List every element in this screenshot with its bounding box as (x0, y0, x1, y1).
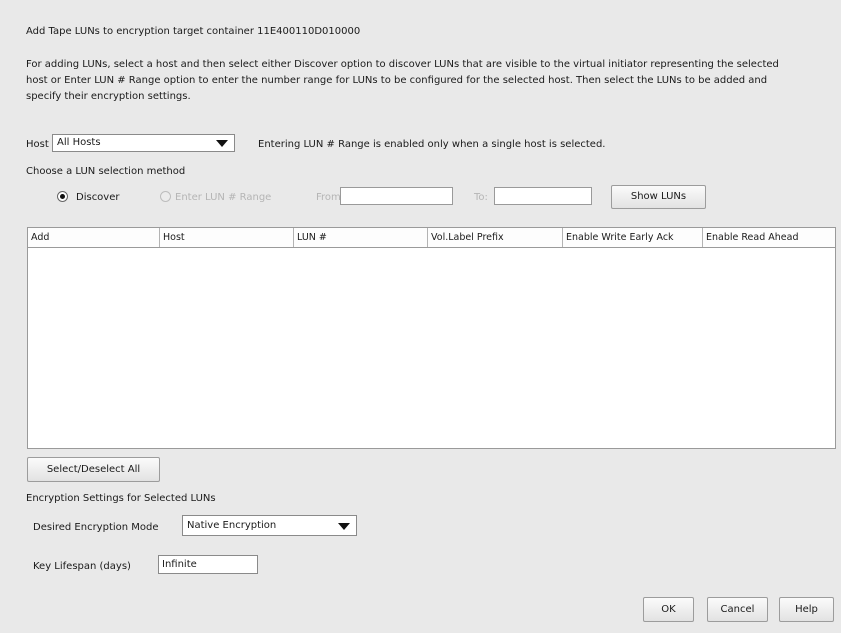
select-deselect-all-button[interactable]: Select/Deselect All (27, 457, 160, 482)
encryption-settings-label: Encryption Settings for Selected LUNs (26, 493, 216, 504)
lun-selection-method-label: Choose a LUN selection method (26, 166, 186, 177)
column-header-read-ahead[interactable]: Enable Read Ahead (703, 228, 835, 247)
host-dropdown[interactable]: All Hosts (52, 134, 235, 152)
host-dropdown-value: All Hosts (57, 137, 101, 148)
host-note: Entering LUN # Range is enabled only whe… (258, 139, 606, 150)
discover-radio-label[interactable]: Discover (76, 192, 120, 203)
cancel-button[interactable]: Cancel (707, 597, 768, 622)
dialog-description: For adding LUNs, select a host and then … (26, 59, 779, 102)
column-header-add[interactable]: Add (28, 228, 160, 247)
to-field[interactable] (494, 187, 592, 205)
chevron-down-icon (338, 523, 350, 530)
encryption-mode-value: Native Encryption (187, 520, 277, 531)
show-luns-button[interactable]: Show LUNs (611, 185, 706, 209)
discover-radio[interactable] (57, 191, 68, 202)
encryption-mode-label: Desired Encryption Mode (33, 522, 159, 533)
to-label: To: (474, 192, 488, 203)
luns-table-header: Add Host LUN # Vol.Label Prefix Enable W… (28, 228, 835, 248)
ok-button[interactable]: OK (643, 597, 694, 622)
dialog-title: Add Tape LUNs to encryption target conta… (26, 26, 361, 37)
luns-table[interactable]: Add Host LUN # Vol.Label Prefix Enable W… (27, 227, 836, 449)
column-header-host[interactable]: Host (160, 228, 294, 247)
encryption-mode-dropdown[interactable]: Native Encryption (182, 515, 357, 536)
column-header-lun[interactable]: LUN # (294, 228, 428, 247)
key-lifespan-label: Key Lifespan (days) (33, 561, 131, 572)
host-label: Host (26, 139, 49, 150)
column-header-write-early-ack[interactable]: Enable Write Early Ack (563, 228, 703, 247)
key-lifespan-field[interactable]: Infinite (158, 555, 258, 574)
lun-range-radio[interactable] (160, 191, 171, 202)
lun-range-radio-label[interactable]: Enter LUN # Range (175, 192, 271, 203)
from-field[interactable] (340, 187, 453, 205)
column-header-vol-label-prefix[interactable]: Vol.Label Prefix (428, 228, 563, 247)
help-button[interactable]: Help (779, 597, 834, 622)
chevron-down-icon (216, 140, 228, 147)
